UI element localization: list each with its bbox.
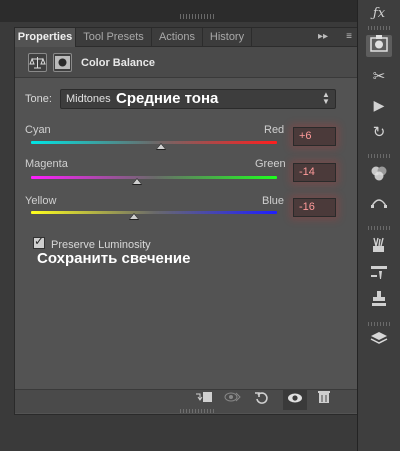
yellow-blue-value[interactable]: -16 bbox=[293, 198, 336, 217]
blue-label: Blue bbox=[262, 195, 285, 207]
top-resize-grip[interactable] bbox=[180, 14, 216, 19]
red-label: Red bbox=[264, 124, 285, 136]
adjustment-title: Color Balance bbox=[81, 57, 155, 69]
toolbar-grip[interactable] bbox=[368, 154, 390, 158]
cyan-label: Cyan bbox=[25, 124, 51, 136]
tab-properties[interactable]: Properties bbox=[15, 28, 76, 47]
magenta-green-value[interactable]: -14 bbox=[293, 163, 336, 182]
brush-presets-icon[interactable] bbox=[366, 263, 392, 285]
top-panel-strip bbox=[0, 0, 357, 22]
fx-icon[interactable]: ƒx bbox=[366, 3, 392, 25]
cyan-red-value[interactable]: +6 bbox=[293, 127, 336, 146]
tab-tool-presets[interactable]: Tool Presets bbox=[76, 28, 152, 46]
visibility-eye-icon[interactable] bbox=[283, 390, 307, 410]
magenta-label: Magenta bbox=[25, 158, 68, 170]
tab-history[interactable]: History bbox=[203, 28, 252, 46]
color-balance-scale-icon[interactable] bbox=[28, 53, 47, 72]
clone-source-icon[interactable] bbox=[366, 290, 392, 312]
collapse-panel-icon[interactable]: ▸▸ bbox=[314, 28, 332, 46]
select-arrows-icon: ▲ ▼ bbox=[322, 90, 330, 106]
green-label: Green bbox=[255, 158, 286, 170]
toolbar-grip[interactable] bbox=[368, 26, 390, 30]
yellow-blue-thumb[interactable] bbox=[129, 213, 140, 220]
view-previous-icon[interactable] bbox=[221, 390, 243, 410]
checkmark-icon: ✓ bbox=[34, 234, 45, 248]
preserve-annotation: Сохранить свечение bbox=[37, 250, 191, 267]
history-brush-icon[interactable]: ↻ bbox=[366, 122, 392, 144]
properties-panel bbox=[14, 27, 365, 415]
brushes-icon[interactable] bbox=[366, 236, 392, 258]
yellow-blue-track[interactable] bbox=[31, 211, 277, 214]
cyan-red-track[interactable] bbox=[31, 141, 277, 144]
tone-annotation: Средние тона bbox=[116, 90, 219, 107]
toolbar-grip[interactable] bbox=[368, 322, 390, 326]
bottom-resize-grip[interactable] bbox=[180, 409, 216, 413]
play-icon[interactable]: ▶ bbox=[366, 94, 392, 116]
tone-label: Tone: bbox=[25, 93, 52, 105]
yellow-label: Yellow bbox=[25, 195, 57, 207]
paths-icon[interactable] bbox=[366, 194, 392, 216]
trash-icon[interactable] bbox=[313, 390, 335, 410]
layers-icon[interactable] bbox=[366, 331, 392, 353]
adjustments-icon[interactable] bbox=[366, 35, 392, 57]
layer-mask-icon[interactable] bbox=[53, 53, 72, 72]
tone-value: Midtones bbox=[66, 93, 111, 105]
toolbar-grip[interactable] bbox=[368, 226, 390, 230]
clip-to-layer-icon[interactable] bbox=[193, 390, 215, 410]
channels-icon[interactable] bbox=[366, 165, 392, 187]
tools-icon[interactable]: ✂ bbox=[366, 66, 392, 88]
cyan-red-thumb[interactable] bbox=[156, 143, 167, 150]
magenta-green-thumb[interactable] bbox=[131, 178, 142, 185]
tab-actions[interactable]: Actions bbox=[152, 28, 203, 46]
reset-icon[interactable] bbox=[251, 390, 273, 410]
magenta-green-track[interactable] bbox=[31, 176, 277, 179]
